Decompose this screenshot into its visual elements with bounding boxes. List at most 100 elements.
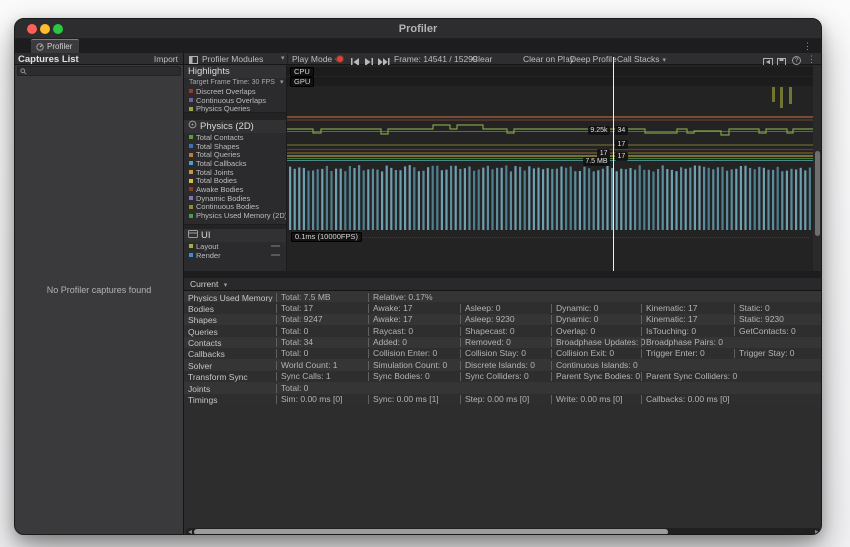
details-cell: Write: 0.00 ms [0]: [551, 395, 622, 405]
import-button[interactable]: Import: [154, 53, 178, 65]
legend-item[interactable]: Physics Queries: [184, 104, 286, 113]
details-row-label: Queries: [188, 326, 218, 337]
module-header-ui[interactable]: UI: [184, 229, 286, 242]
details-cell: Removed: 0: [460, 338, 511, 348]
details-cell: Relative: 0.17%: [368, 292, 433, 302]
frame-counter: Frame: 14541 / 15299: [394, 54, 478, 64]
captures-search-box[interactable]: [17, 66, 181, 76]
details-empty-space: [184, 405, 821, 534]
hscroll-right-arrow-icon[interactable]: [815, 529, 819, 534]
legend-item[interactable]: Continuous Overlaps: [184, 96, 286, 105]
tab-overflow-menu-icon[interactable]: ⋮: [800, 39, 815, 53]
legend-item[interactable]: Continuous Bodies: [184, 202, 286, 211]
details-row-label: Contacts: [188, 338, 222, 349]
legend-color-swatch: [189, 187, 193, 192]
details-row: Shapes Total: 9247 Awake: 17 Asleep: 9230 Dy…: [184, 313, 821, 325]
details-cell: Kinematic: 17: [641, 315, 698, 325]
details-cell: Dynamic: 0: [551, 303, 599, 313]
legend-item[interactable]: Dynamic Bodies: [184, 194, 286, 203]
module-header-highlights[interactable]: Highlights: [184, 65, 286, 78]
captures-search-input[interactable]: [27, 67, 180, 75]
record-button[interactable]: [336, 55, 344, 63]
details-cell: Asleep: 0: [460, 303, 500, 313]
highlights-spike: [789, 87, 792, 104]
legend-item[interactable]: Layout: [184, 242, 286, 251]
highlights-spike: [772, 87, 775, 102]
clear-button[interactable]: Clear: [472, 53, 492, 65]
profiler-modules-dropdown[interactable]: Profiler Modules: [202, 53, 263, 65]
physics2d-chart: [287, 119, 814, 230]
details-cell: Dynamic: 0: [551, 315, 599, 325]
ui-gridline: [357, 237, 809, 238]
details-cell: IsTouching: 0: [641, 326, 696, 336]
legend-item[interactable]: Total Callbacks: [184, 159, 286, 168]
legend-item[interactable]: Awake Bodies: [184, 185, 286, 194]
target-frame-time-selector[interactable]: Target Frame Time: 30 FPS ▾: [184, 78, 286, 87]
legend-color-swatch: [189, 178, 193, 183]
clear-on-play-toggle[interactable]: Clear on Play: [523, 53, 574, 65]
details-row: Contacts Total: 34 Added: 0 Removed: 0 Broad…: [184, 336, 821, 349]
details-cell: Awake: 17: [368, 315, 413, 325]
details-cell: Total: 9247: [276, 315, 323, 325]
legend-color-swatch: [189, 244, 193, 249]
details-cell: Kinematic: 17: [641, 303, 698, 313]
legend-item[interactable]: Total Joints: [184, 168, 286, 177]
legend-label: Total Joints: [196, 167, 234, 177]
legend-item[interactable]: Render: [184, 251, 286, 260]
search-icon: [20, 67, 27, 75]
details-view-selector[interactable]: Current ▾: [184, 278, 821, 291]
legend-item[interactable]: Discreet Overlaps: [184, 87, 286, 96]
call-stacks-dropdown[interactable]: Call Stacks ▾: [617, 53, 666, 65]
gpu-lane-chip[interactable]: GPU: [290, 76, 315, 87]
legend-label: Render: [196, 250, 221, 260]
legend-item[interactable]: Total Bodies: [184, 176, 286, 185]
details-row-label: Transform Sync: [188, 372, 248, 383]
horizontal-scrollbar[interactable]: [186, 528, 821, 534]
window-title: Profiler: [398, 23, 438, 35]
tab-label: Profiler: [47, 42, 73, 51]
play-mode-dropdown[interactable]: Play Mode▾: [292, 53, 339, 65]
help-icon[interactable]: ?: [792, 53, 801, 65]
toolbar-overflow-menu-icon[interactable]: ⋮: [807, 53, 816, 65]
tab-bar: Profiler ⋮: [15, 39, 821, 53]
charts-vscrollbar-thumb[interactable]: [814, 151, 820, 236]
legend-item[interactable]: Total Contacts: [184, 133, 286, 142]
charts-vertical-scrollbar[interactable]: [813, 65, 821, 271]
details-cell: Broadphase Pairs: 0: [641, 338, 723, 348]
legend-label: Layout: [196, 241, 219, 251]
details-cell: Sync Calls: 1: [276, 372, 331, 382]
legend-color-swatch: [189, 135, 193, 140]
legend-item[interactable]: Total Queries: [184, 150, 286, 159]
hscroll-left-arrow-icon[interactable]: [188, 529, 192, 534]
details-cell: Trigger Stay: 0: [734, 349, 794, 359]
hscrollbar-thumb[interactable]: [194, 529, 668, 534]
legend-item[interactable]: Physics Used Memory (2D): [184, 211, 287, 220]
legend-color-swatch: [189, 152, 193, 157]
details-row: Queries Total: 0 Raycast: 0 Shapecast: 0 Ove…: [184, 325, 821, 337]
cpu-lane-chip[interactable]: CPU: [290, 66, 314, 77]
chart-value-marker: 17: [615, 140, 628, 149]
highlights-spike: [780, 87, 783, 108]
tab-profiler[interactable]: Profiler: [31, 39, 80, 53]
details-row: Bodies Total: 17 Awake: 17 Asleep: 0 Dynamic…: [184, 302, 821, 314]
legend-label: Awake Bodies: [196, 184, 244, 194]
module-header-physics2d[interactable]: Physics (2D): [184, 120, 286, 133]
details-view-arrow-icon: ▾: [223, 282, 228, 289]
details-cell: Collision Exit: 0: [551, 349, 614, 359]
legend-color-swatch: [189, 161, 193, 166]
details-cell: Collision Enter: 0: [368, 349, 437, 359]
details-row: Joints Total: 0: [184, 382, 821, 394]
chart-canvas[interactable]: CPU GPU 0.1ms (10000FPS) 9.25k 34 17 17 17 7.…: [286, 57, 814, 271]
legend-color-swatch: [189, 213, 193, 218]
deep-profile-toggle[interactable]: Deep Profile: [570, 53, 617, 65]
content-area: No Profiler captures found Highlights Ta…: [15, 53, 821, 534]
captures-empty-message: No Profiler captures found: [46, 285, 152, 295]
legend-item[interactable]: Total Shapes: [184, 142, 286, 151]
details-cell: Sync Bodies: 0: [368, 372, 430, 382]
details-cell: Total: 0: [276, 349, 308, 359]
details-cell: World Count: 1: [276, 360, 338, 370]
legend-value-dash: [271, 245, 280, 248]
playhead-line[interactable]: [613, 57, 614, 271]
module-section-highlights: Highlights Target Frame Time: 30 FPS ▾ D…: [184, 65, 286, 113]
legend-label: Physics Queries: [196, 104, 251, 114]
